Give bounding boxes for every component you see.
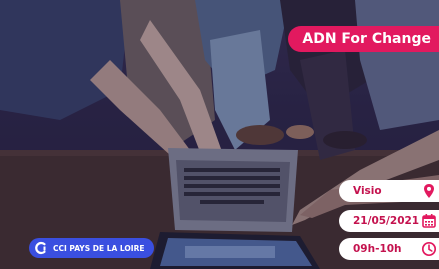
calendar-icon xyxy=(422,214,436,228)
date-label: 21/05/2021 xyxy=(353,215,420,227)
event-banner: ADN For Change Visio 21/05/2021 09h-10h xyxy=(0,0,439,269)
mode-label: Visio xyxy=(353,185,382,197)
date-pill: 21/05/2021 xyxy=(339,210,439,232)
time-pill: 09h-10h xyxy=(339,238,439,260)
event-title: ADN For Change xyxy=(288,26,439,52)
cci-logo-icon xyxy=(35,241,46,255)
time-label: 09h-10h xyxy=(353,243,402,255)
organizer-logo: CCI PAYS DE LA LOIRE xyxy=(29,238,155,258)
clock-icon xyxy=(421,241,437,257)
mode-pill: Visio xyxy=(339,180,439,202)
organizer-name: CCI PAYS DE LA LOIRE xyxy=(53,243,145,253)
location-pin-icon xyxy=(424,184,434,198)
